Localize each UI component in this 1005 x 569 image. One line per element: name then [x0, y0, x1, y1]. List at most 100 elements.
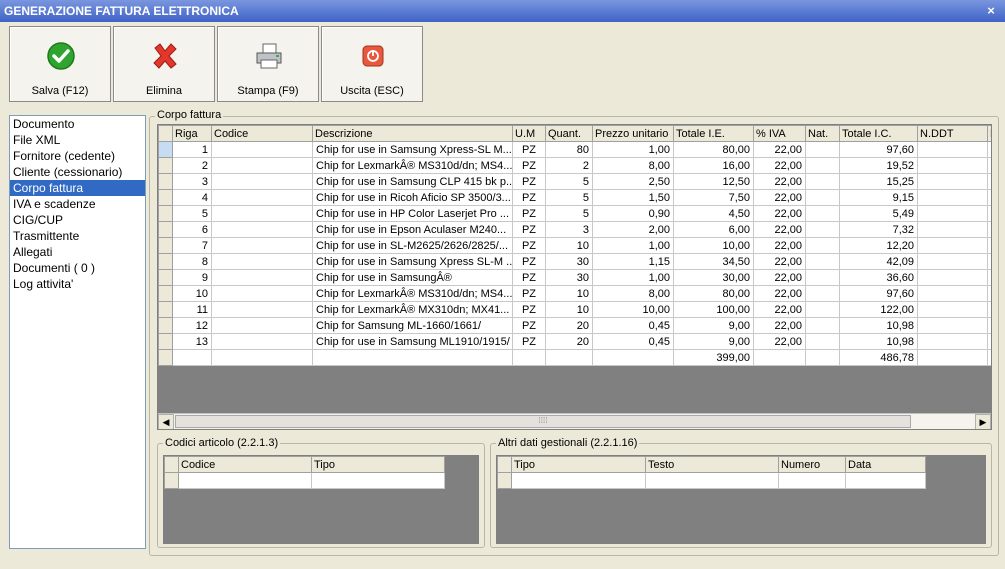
table-cell[interactable]: 9,15 [839, 189, 918, 206]
column-header[interactable]: Codice [178, 456, 312, 473]
table-cell[interactable]: 8 [172, 253, 212, 270]
table-row[interactable]: 7 Chip for use in SL-M2625/2626/2825/... P… [158, 237, 991, 254]
table-cell[interactable]: 30 [545, 269, 593, 286]
table-cell[interactable] [987, 269, 991, 286]
table-cell[interactable]: 42,09 [839, 253, 918, 270]
table-cell[interactable] [987, 333, 991, 350]
table-cell[interactable] [211, 301, 313, 318]
sidebar-item[interactable]: Fornitore (cedente) [10, 148, 145, 164]
row-selector[interactable] [158, 237, 173, 254]
table-row[interactable]: 6 Chip for use in Epson Aculaser M240... P… [158, 221, 991, 238]
column-header[interactable]: Tipo [511, 456, 646, 473]
row-selector[interactable] [158, 333, 173, 350]
table-cell[interactable]: 97,60 [839, 285, 918, 302]
table-cell[interactable]: 9,00 [673, 333, 754, 350]
table-cell[interactable]: Chip for use in SamsungÂ® [312, 269, 513, 286]
table-cell[interactable]: Chip for LexmarkÂ® MX310dn; MX41... [312, 301, 513, 318]
table-cell[interactable]: 6 [172, 221, 212, 238]
table-cell[interactable] [917, 189, 988, 206]
table-cell[interactable]: 22,00 [753, 237, 806, 254]
table-cell[interactable] [987, 237, 991, 254]
table-cell[interactable] [211, 205, 313, 222]
table-cell[interactable] [987, 301, 991, 318]
column-header[interactable]: % IVA [753, 125, 806, 142]
table-cell[interactable]: PZ [512, 317, 546, 334]
column-header[interactable]: Tipo [311, 456, 445, 473]
table-cell[interactable]: 34,50 [673, 253, 754, 270]
row-selector[interactable] [158, 189, 173, 206]
table-cell[interactable]: 4 [172, 189, 212, 206]
table-row[interactable]: 9 Chip for use in SamsungÂ® PZ 30 1,00 30,00 2… [158, 269, 991, 286]
row-selector[interactable] [158, 301, 173, 318]
table-row[interactable]: 2 Chip for LexmarkÂ® MS310d/dn; MS4... PZ 2… [158, 157, 991, 174]
table-cell[interactable]: 0,45 [592, 333, 674, 350]
table-cell[interactable] [987, 205, 991, 222]
table-cell[interactable]: Chip for LexmarkÂ® MS310d/dn; MS4... [312, 157, 513, 174]
table-cell[interactable] [805, 269, 840, 286]
table-cell[interactable] [917, 253, 988, 270]
table-cell[interactable] [987, 189, 991, 206]
table-cell[interactable]: 1,50 [592, 189, 674, 206]
table-cell[interactable] [805, 301, 840, 318]
table-cell[interactable]: PZ [512, 173, 546, 190]
column-header[interactable]: Nat. [805, 125, 840, 142]
sidebar-item[interactable]: CIG/CUP [10, 212, 145, 228]
table-cell[interactable] [805, 141, 840, 158]
table-cell[interactable]: Chip for Samsung ML-1660/1661/ [312, 317, 513, 334]
table-cell[interactable]: 30 [545, 253, 593, 270]
table-row[interactable]: 10 Chip for LexmarkÂ® MS310d/dn; MS4... PZ… [158, 285, 991, 302]
table-cell[interactable] [917, 157, 988, 174]
table-cell[interactable]: 2 [172, 157, 212, 174]
table-cell[interactable]: 5 [545, 205, 593, 222]
column-header[interactable]: Descrizione [312, 125, 513, 142]
row-selector[interactable] [158, 157, 173, 174]
column-header[interactable]: Totale I.C. [839, 125, 918, 142]
table-cell[interactable]: 8,00 [592, 157, 674, 174]
table-cell[interactable]: Chip for use in Epson Aculaser M240... [312, 221, 513, 238]
table-cell[interactable] [211, 189, 313, 206]
table-cell[interactable] [211, 285, 313, 302]
table-cell[interactable] [917, 221, 988, 238]
row-selector[interactable] [158, 285, 173, 302]
table-cell[interactable]: 5 [545, 173, 593, 190]
table-cell[interactable] [917, 141, 988, 158]
table-cell[interactable] [805, 189, 840, 206]
table-cell[interactable]: Chip for use in Ricoh Aficio SP 3500/3..… [312, 189, 513, 206]
table-cell[interactable]: 1,00 [592, 269, 674, 286]
column-header[interactable]: Codice [211, 125, 313, 142]
table-cell[interactable]: PZ [512, 285, 546, 302]
table-cell[interactable]: 36,60 [839, 269, 918, 286]
sidebar-item[interactable]: IVA e scadenze [10, 196, 145, 212]
exit-button[interactable]: Uscita (ESC) [321, 26, 423, 102]
table-cell[interactable]: Chip for use in Samsung CLP 415 bk p... [312, 173, 513, 190]
table-cell[interactable] [805, 285, 840, 302]
altri-dati-grid[interactable]: Tipo Testo Numero Data [496, 455, 986, 544]
table-cell[interactable] [987, 157, 991, 174]
table-cell[interactable]: PZ [512, 157, 546, 174]
table-cell[interactable]: 0,90 [592, 205, 674, 222]
table-cell[interactable]: 100,00 [673, 301, 754, 318]
column-header[interactable]: D [987, 125, 991, 142]
table-row[interactable]: 3 Chip for use in Samsung CLP 415 bk p...… [158, 173, 991, 190]
table-cell[interactable]: 9 [172, 269, 212, 286]
table-cell[interactable]: PZ [512, 221, 546, 238]
table-row[interactable]: 5 Chip for use in HP Color Laserjet Pro .… [158, 205, 991, 222]
table-cell[interactable]: 22,00 [753, 221, 806, 238]
table-cell[interactable]: 97,60 [839, 141, 918, 158]
table-cell[interactable] [211, 269, 313, 286]
table-cell[interactable]: Chip for LexmarkÂ® MS310d/dn; MS4... [312, 285, 513, 302]
table-cell[interactable]: 2,00 [592, 221, 674, 238]
table-cell[interactable] [211, 157, 313, 174]
table-cell[interactable]: 0,45 [592, 317, 674, 334]
table-cell[interactable] [211, 141, 313, 158]
row-selector[interactable] [158, 317, 173, 334]
table-cell[interactable] [917, 333, 988, 350]
table-cell[interactable] [805, 237, 840, 254]
table-cell[interactable]: Chip for use in HP Color Laserjet Pro ..… [312, 205, 513, 222]
section-list[interactable]: Documento File XML Fornitore (cedente) Clie… [9, 115, 146, 549]
table-cell[interactable] [917, 317, 988, 334]
table-cell[interactable]: 22,00 [753, 317, 806, 334]
table-cell[interactable] [987, 253, 991, 270]
table-cell[interactable]: PZ [512, 333, 546, 350]
table-cell[interactable]: PZ [512, 253, 546, 270]
